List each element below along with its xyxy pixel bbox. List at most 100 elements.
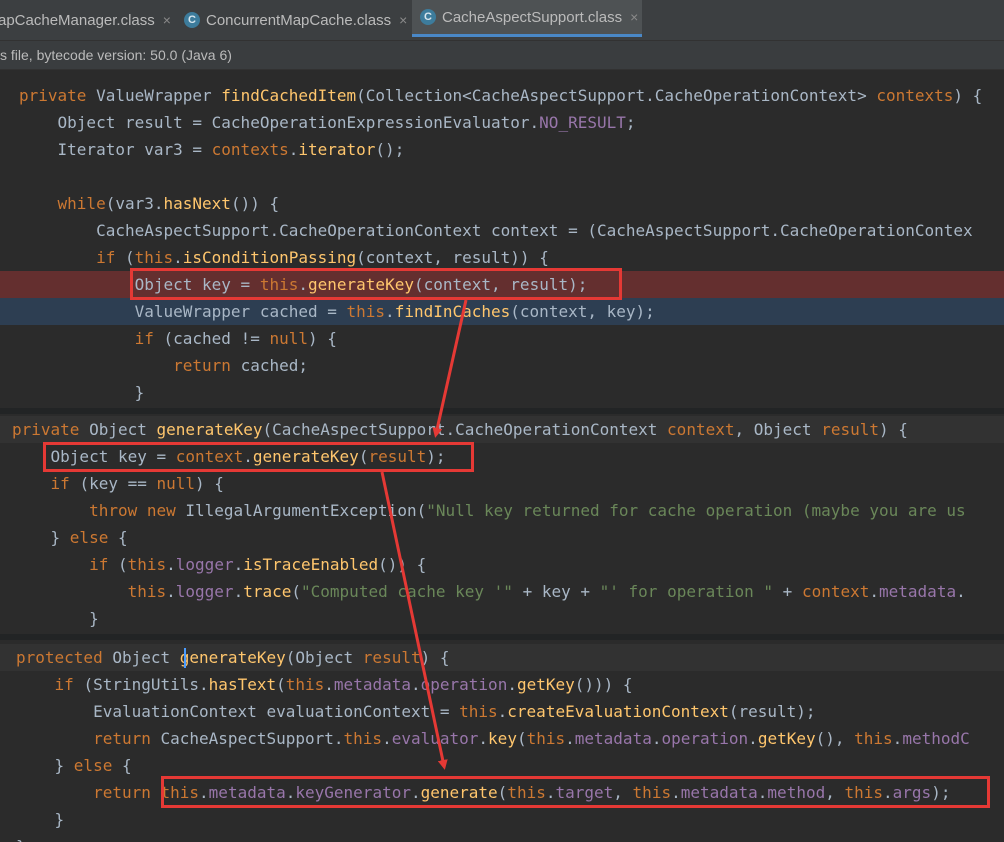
code-token: getKey [757,729,816,748]
code-token: . [173,248,183,267]
code-line: if (this.logger.isTraceEnabled()) { [0,551,1004,578]
code-token: this [343,729,383,748]
code-token: generateKey [156,420,263,439]
code-token: operation [420,675,508,694]
code-token: (StringUtils. [83,675,209,694]
code-token: private [19,86,97,105]
code-token: protected [16,648,113,667]
code-token: evaluator [391,729,479,748]
code-token: operation [661,729,749,748]
class-file-icon: C [420,9,436,25]
code-token: getKey [516,675,575,694]
editor-tab-bar: apCacheManager.class × C ConcurrentMapCa… [0,0,1004,41]
code-token: ) { [953,86,983,105]
code-token: . [410,675,421,694]
tab-label: CacheAspectSupport.class [442,8,623,26]
code-token: ) { [308,329,337,348]
code-token: ) { [420,648,450,667]
tab-mapcachemanager[interactable]: apCacheManager.class × [0,0,176,40]
code-token: } [16,810,65,829]
code-token: } [16,837,26,842]
annotation-box-key-generator [161,776,990,808]
code-token: EvaluationContext evaluationContext = [16,702,460,721]
code-line: } else { [0,752,1004,779]
code-token: this [134,248,174,267]
code-line: if (this.isConditionPassing(context, res… [0,244,1004,271]
code-token: "Computed cache key '" [301,582,513,601]
close-icon[interactable]: × [399,12,407,28]
code-token: result [362,648,421,667]
code-token: . [166,582,176,601]
code-token: metadata [879,582,957,601]
code-token: } [19,383,145,402]
code-token: } [16,756,74,775]
code-line: throw new IllegalArgumentException("Null… [0,497,1004,524]
code-token: this [526,729,566,748]
code-line: } [0,379,1004,406]
code-token: } [12,528,70,547]
execution-point-line: ValueWrapper cached = this.findInCaches(… [0,298,1004,325]
code-line: this.logger.trace("Computed cache key '"… [0,578,1004,605]
code-token: , Object [734,420,822,439]
code-token: (cached != [163,329,270,348]
code-token: this [346,302,386,321]
code-token: . [497,702,508,721]
annotation-box-context-generate-key [43,442,474,472]
code-token: ( [117,555,128,574]
code-token: isTraceEnabled [243,555,379,574]
code-line: } [0,605,1004,632]
code-token: ())) { [574,675,633,694]
code-line: private Object generateKey(CacheAspectSu… [0,416,1004,443]
code-token: findCachedItem [221,86,357,105]
code-token: result [821,420,879,439]
tab-cacheaspectsupport[interactable]: C CacheAspectSupport.class × [412,0,642,37]
code-token: contexts [211,140,289,159]
code-line: protected Object generateKey(Object resu… [0,644,1004,671]
code-token: . [478,729,489,748]
tab-label: ConcurrentMapCache.class [206,11,392,29]
tab-concurrentmapcache[interactable]: C ConcurrentMapCache.class × [184,0,410,40]
code-token: { [121,756,132,775]
code-token: (result); [728,702,816,721]
code-line: private ValueWrapper findCachedItem(Coll… [0,82,1004,109]
code-token: methodC [902,729,970,748]
code-token: ()) { [378,555,427,574]
code-line: CacheAspectSupport.CacheOperationContext… [0,217,1004,244]
code-token: while [57,194,106,213]
code-token: generateKey [179,648,286,667]
code-token: ( [291,582,302,601]
code-line: return cached; [0,352,1004,379]
code-line: if (cached != null) { [0,325,1004,352]
code-line: Object result = CacheOperationExpression… [0,109,1004,136]
code-token: logger [175,555,234,574]
code-token: . [892,729,903,748]
code-token: (context, key); [510,302,655,321]
code-token: null [156,474,196,493]
code-token: if [134,329,164,348]
code-token: + [773,582,802,601]
code-token: ) { [195,474,224,493]
code-token: hasText [208,675,277,694]
code-token: IllegalArgumentException( [185,501,427,520]
code-token: this [285,675,325,694]
code-token: ValueWrapper cached = [19,302,347,321]
close-icon[interactable]: × [163,12,171,28]
code-line: return CacheAspectSupport.this.evaluator… [0,725,1004,752]
code-token: else [73,756,122,775]
code-token: . [166,555,176,574]
code-line: } [0,833,1004,842]
close-icon[interactable]: × [630,9,638,25]
code-token: . [385,302,395,321]
code-token: . [956,582,966,601]
code-token: "Null key returned for cache operation (… [426,501,966,520]
code-token: ( [124,248,135,267]
code-line: if (key == null) { [0,470,1004,497]
